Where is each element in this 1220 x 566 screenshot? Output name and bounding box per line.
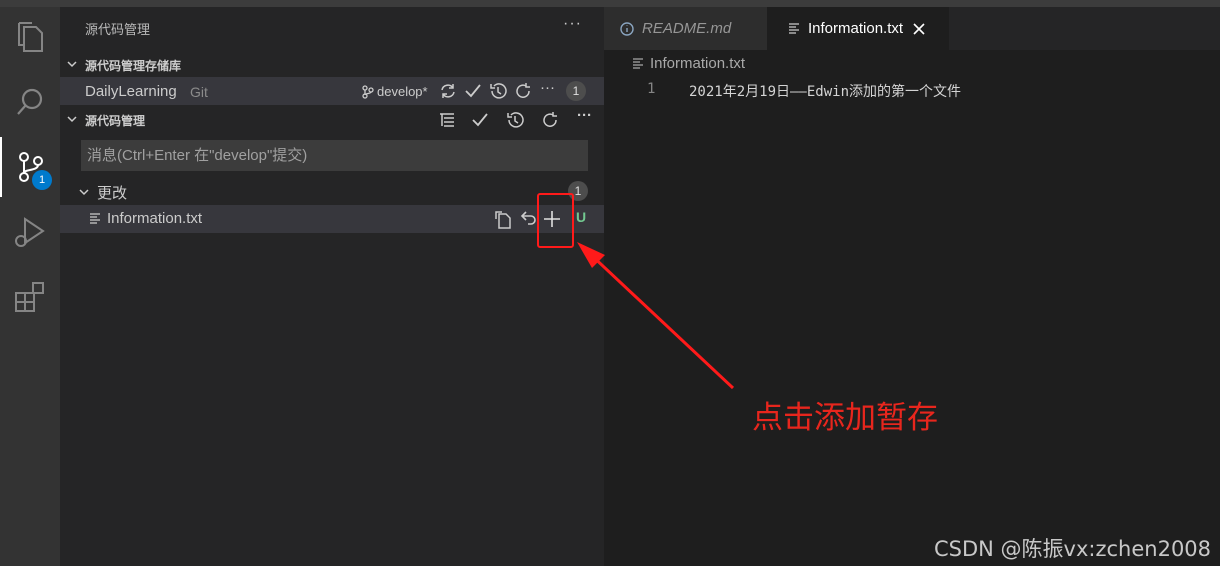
annotation-label: 点击添加暂存 <box>752 400 938 436</box>
watermark: CSDN @陈振vx:zchen2008 <box>934 537 1212 561</box>
annotation-arrow <box>577 242 735 390</box>
